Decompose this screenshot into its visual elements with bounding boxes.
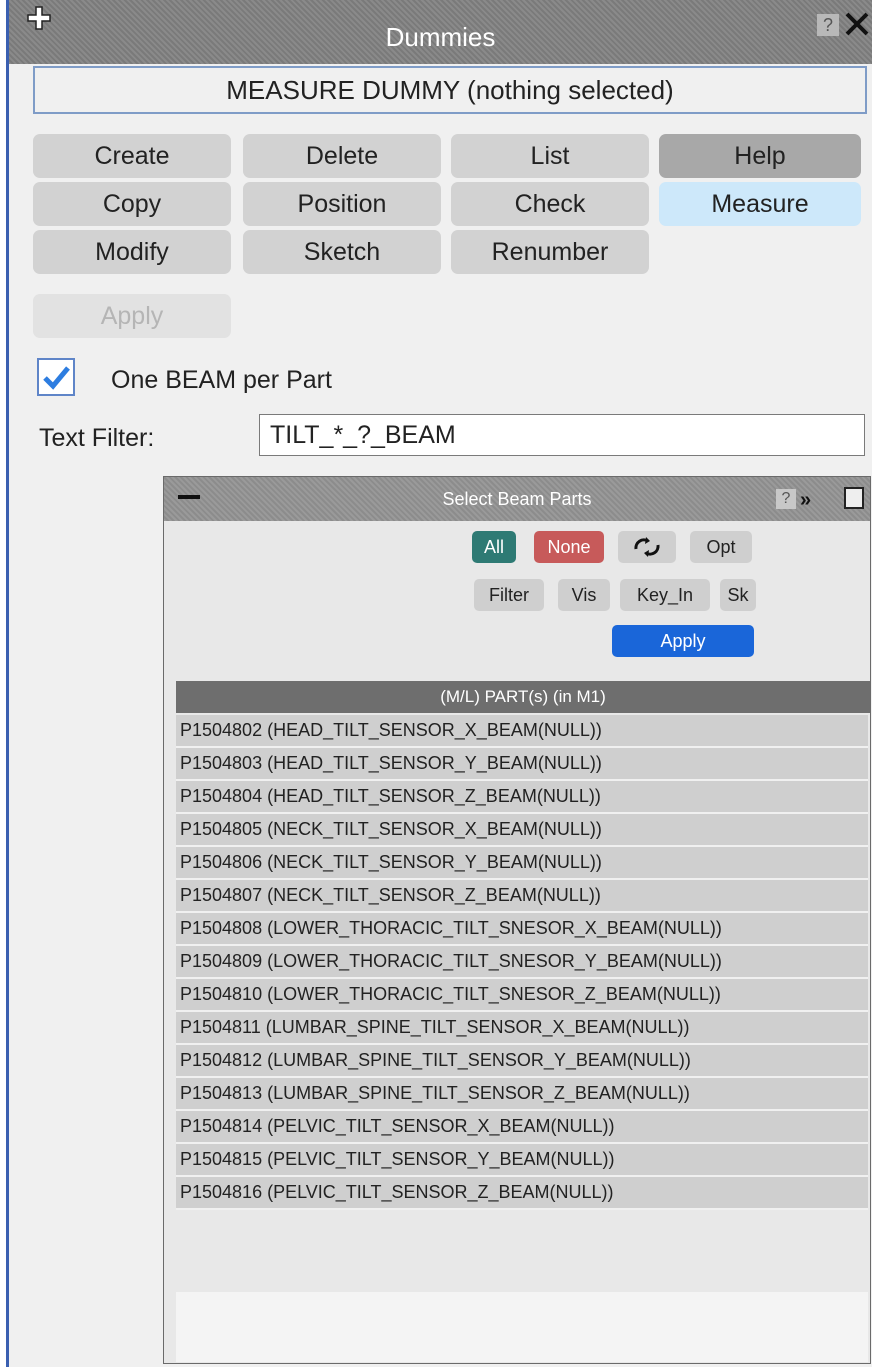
list-item[interactable]: P1504807 (NECK_TILT_SENSOR_Z_BEAM(NULL)) bbox=[176, 880, 868, 913]
list-item[interactable]: P1504815 (PELVIC_TILT_SENSOR_Y_BEAM(NULL… bbox=[176, 1144, 868, 1177]
panel-help-icon[interactable]: ? bbox=[776, 489, 796, 509]
select-all-button[interactable]: All bbox=[472, 531, 516, 563]
panel-title-bar[interactable]: Select Beam Parts ? » bbox=[164, 477, 870, 521]
list-item[interactable]: P1504802 (HEAD_TILT_SENSOR_X_BEAM(NULL)) bbox=[176, 715, 868, 748]
options-button[interactable]: Opt bbox=[690, 531, 752, 563]
window-help-icon[interactable]: ? bbox=[817, 14, 839, 36]
dummies-window: Dummies ? MEASURE DUMMY (nothing selecte… bbox=[6, 0, 872, 1367]
list-item[interactable]: P1504810 (LOWER_THORACIC_TILT_SNESOR_Z_B… bbox=[176, 979, 868, 1012]
filter-button[interactable]: Filter bbox=[474, 579, 544, 611]
list-item[interactable]: P1504808 (LOWER_THORACIC_TILT_SNESOR_X_B… bbox=[176, 913, 868, 946]
list-item[interactable]: P1504813 (LUMBAR_SPINE_TILT_SENSOR_Z_BEA… bbox=[176, 1078, 868, 1111]
title-bar[interactable]: Dummies ? bbox=[9, 0, 872, 64]
one-beam-per-part-checkbox[interactable] bbox=[37, 358, 75, 396]
parts-list: P1504802 (HEAD_TILT_SENSOR_X_BEAM(NULL))… bbox=[176, 715, 868, 1210]
close-icon[interactable] bbox=[843, 10, 871, 38]
list-item[interactable]: P1504814 (PELVIC_TILT_SENSOR_X_BEAM(NULL… bbox=[176, 1111, 868, 1144]
swap-selection-button[interactable] bbox=[618, 531, 676, 563]
help-button[interactable]: Help bbox=[659, 134, 861, 178]
measure-button[interactable]: Measure bbox=[659, 182, 861, 226]
list-button[interactable]: List bbox=[451, 134, 649, 178]
expand-icon[interactable]: » bbox=[800, 489, 811, 512]
position-button[interactable]: Position bbox=[243, 182, 441, 226]
maximize-icon[interactable] bbox=[844, 487, 864, 509]
create-button[interactable]: Create bbox=[33, 134, 231, 178]
delete-button[interactable]: Delete bbox=[243, 134, 441, 178]
select-beam-parts-panel: Select Beam Parts ? » All None Opt Filte… bbox=[163, 476, 871, 1364]
select-none-button[interactable]: None bbox=[534, 531, 604, 563]
list-item[interactable]: P1504811 (LUMBAR_SPINE_TILT_SENSOR_X_BEA… bbox=[176, 1012, 868, 1045]
list-item[interactable]: P1504805 (NECK_TILT_SENSOR_X_BEAM(NULL)) bbox=[176, 814, 868, 847]
list-item[interactable]: P1504804 (HEAD_TILT_SENSOR_Z_BEAM(NULL)) bbox=[176, 781, 868, 814]
panel-title: Select Beam Parts bbox=[442, 489, 592, 509]
one-beam-per-part-label: One BEAM per Part bbox=[111, 366, 332, 394]
key-in-button[interactable]: Key_In bbox=[620, 579, 710, 611]
list-item[interactable]: P1504816 (PELVIC_TILT_SENSOR_Z_BEAM(NULL… bbox=[176, 1177, 868, 1210]
list-item[interactable]: P1504803 (HEAD_TILT_SENSOR_Y_BEAM(NULL)) bbox=[176, 748, 868, 781]
list-item[interactable]: P1504809 (LOWER_THORACIC_TILT_SNESOR_Y_B… bbox=[176, 946, 868, 979]
check-button[interactable]: Check bbox=[451, 182, 649, 226]
list-item[interactable]: P1504806 (NECK_TILT_SENSOR_Y_BEAM(NULL)) bbox=[176, 847, 868, 880]
apply-button[interactable]: Apply bbox=[33, 294, 231, 338]
sketch-select-button[interactable]: Sk bbox=[720, 579, 756, 611]
sketch-button[interactable]: Sketch bbox=[243, 230, 441, 274]
list-item[interactable]: P1504812 (LUMBAR_SPINE_TILT_SENSOR_Y_BEA… bbox=[176, 1045, 868, 1078]
text-filter-input[interactable]: TILT_*_?_BEAM bbox=[259, 414, 865, 456]
vis-button[interactable]: Vis bbox=[558, 579, 610, 611]
swap-icon bbox=[634, 537, 660, 557]
renumber-button[interactable]: Renumber bbox=[451, 230, 649, 274]
list-empty-area bbox=[176, 1292, 868, 1362]
panel-apply-button[interactable]: Apply bbox=[612, 625, 754, 657]
copy-button[interactable]: Copy bbox=[33, 182, 231, 226]
checkmark-icon bbox=[43, 366, 70, 390]
text-filter-label: Text Filter: bbox=[39, 424, 155, 452]
window-title: Dummies bbox=[385, 22, 496, 52]
modify-button[interactable]: Modify bbox=[33, 230, 231, 274]
status-subtitle: MEASURE DUMMY (nothing selected) bbox=[33, 66, 867, 114]
list-header: (M/L) PART(s) (in M1) bbox=[176, 681, 870, 713]
